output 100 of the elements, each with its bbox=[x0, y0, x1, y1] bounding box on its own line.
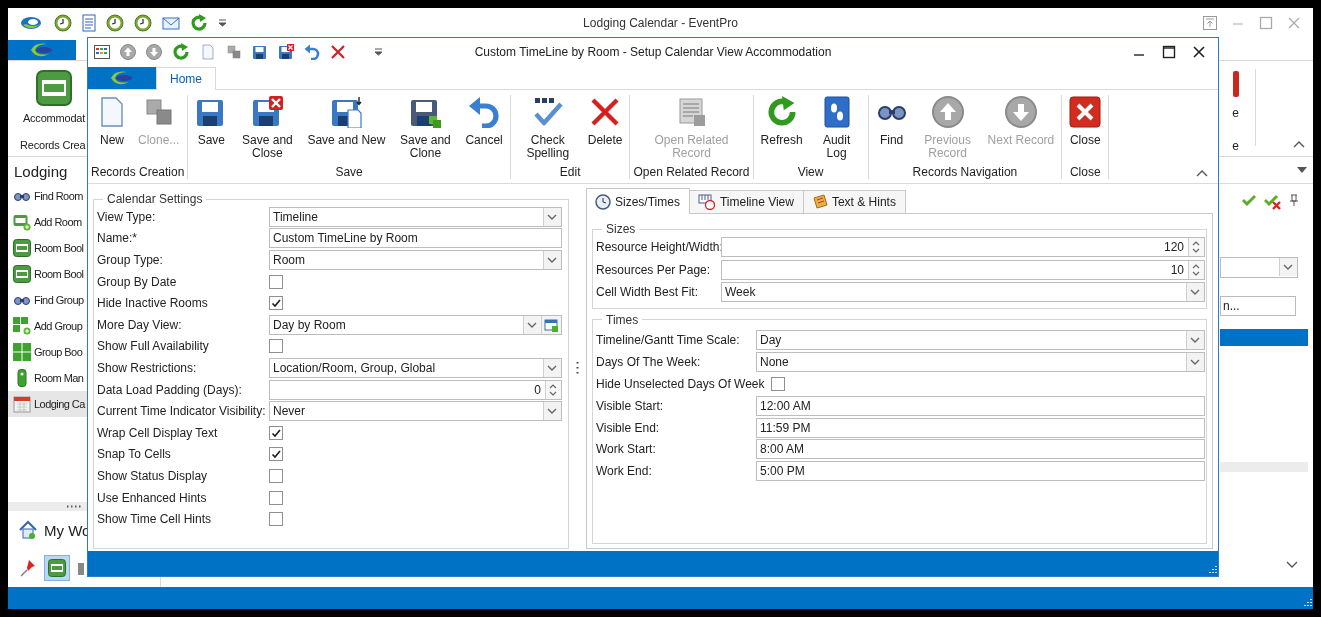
field-label: Work Start: bbox=[596, 442, 657, 457]
checkbox[interactable] bbox=[269, 490, 283, 505]
ribbon-button[interactable]: Cancel bbox=[461, 95, 507, 148]
bed-icon bbox=[13, 265, 31, 283]
ribbon-button[interactable]: Save and New bbox=[303, 95, 390, 148]
house-icon bbox=[18, 520, 38, 540]
delete-icon[interactable] bbox=[330, 43, 346, 60]
number-field[interactable]: 120 bbox=[721, 237, 1205, 258]
resize-grip-icon[interactable] bbox=[1206, 564, 1218, 576]
app-menu-button[interactable] bbox=[8, 40, 76, 60]
dropdown[interactable]: Room bbox=[269, 250, 562, 270]
checkbox[interactable] bbox=[770, 377, 785, 391]
clock-icon[interactable] bbox=[134, 13, 152, 32]
checkmark-icon[interactable] bbox=[1242, 194, 1256, 206]
ribbon-button[interactable]: Check Spelling bbox=[513, 95, 582, 161]
ribbon-button[interactable]: Close bbox=[1065, 95, 1106, 148]
number-field[interactable]: 0 bbox=[269, 379, 562, 400]
clock-icon[interactable] bbox=[54, 13, 72, 32]
dropdown-arrow-icon[interactable] bbox=[1297, 167, 1307, 173]
checkbox[interactable] bbox=[269, 447, 283, 462]
tab[interactable]: Timeline View bbox=[688, 190, 804, 213]
collapse-chevron-icon[interactable] bbox=[1196, 169, 1208, 177]
caret-icon[interactable] bbox=[218, 18, 227, 27]
ribbon-button[interactable]: Refresh bbox=[756, 95, 807, 148]
chevron-down-icon[interactable] bbox=[1286, 561, 1298, 569]
field-label: Current Time Indicator Visibility: bbox=[97, 404, 267, 419]
text-field[interactable]: 5:00 PM bbox=[756, 461, 1205, 482]
sidebar-item[interactable]: Add Room bbox=[8, 209, 87, 235]
spin-buttons-icon[interactable] bbox=[1188, 238, 1204, 257]
spin-buttons-icon[interactable] bbox=[1188, 260, 1204, 279]
text-field[interactable]: 8:00 AM bbox=[756, 439, 1205, 460]
sidebar-item[interactable]: Add Group bbox=[8, 313, 87, 339]
text-field[interactable]: 11:59 PM bbox=[756, 417, 1205, 438]
undo-icon[interactable] bbox=[304, 43, 320, 60]
restore-ribbon-icon[interactable] bbox=[1203, 15, 1217, 30]
ribbon-button[interactable]: Save and Close bbox=[233, 95, 302, 161]
dropdown[interactable]: Timeline bbox=[269, 206, 562, 227]
undo-icon bbox=[468, 96, 501, 128]
clock-icon[interactable] bbox=[106, 13, 124, 32]
checkbox[interactable] bbox=[269, 425, 283, 440]
tab[interactable]: Text & Hints bbox=[802, 190, 906, 213]
delete-icon bbox=[589, 96, 622, 128]
cubes-icon[interactable] bbox=[226, 43, 242, 60]
dropdown[interactable]: Location/Room, Group, Global bbox=[269, 357, 562, 378]
refresh-icon[interactable] bbox=[172, 42, 190, 61]
sidebar-item[interactable]: Room Bool bbox=[8, 235, 87, 261]
field-label: Snap To Cells bbox=[97, 447, 172, 462]
checkbox[interactable] bbox=[269, 512, 283, 527]
pin-icon[interactable] bbox=[1290, 194, 1298, 206]
ribbon-button[interactable]: Find bbox=[871, 95, 912, 148]
dropdown[interactable]: Day bbox=[756, 330, 1205, 351]
maximize-icon[interactable] bbox=[1162, 44, 1176, 59]
grid-icon[interactable] bbox=[94, 44, 110, 59]
sidebar-item[interactable]: Lodging Ca bbox=[8, 391, 87, 417]
text-field[interactable]: n... bbox=[1220, 296, 1296, 316]
splitter-grip-icon[interactable] bbox=[66, 505, 82, 508]
number-field[interactable]: 10 bbox=[721, 259, 1205, 280]
collapse-chevron-icon[interactable] bbox=[1293, 140, 1305, 148]
ribbon-button[interactable]: Save bbox=[191, 95, 232, 148]
ribbon-tab[interactable]: Home bbox=[156, 67, 216, 90]
splitter-grip-icon[interactable] bbox=[576, 360, 579, 377]
ribbon-button[interactable]: e bbox=[1232, 106, 1239, 120]
tab[interactable]: Sizes/Times bbox=[586, 188, 690, 214]
sidebar-item[interactable]: Room Bool bbox=[8, 261, 87, 287]
ribbon-button[interactable]: New bbox=[92, 95, 132, 148]
checkbox[interactable] bbox=[269, 339, 283, 354]
save-close-icon bbox=[251, 96, 284, 128]
text-field[interactable]: Custom TimeLine by Room bbox=[269, 228, 562, 249]
sidebar-item[interactable]: Group Boo bbox=[8, 339, 87, 365]
envelope-icon[interactable] bbox=[162, 15, 180, 30]
checkbox[interactable] bbox=[269, 468, 283, 483]
dropdown[interactable]: Day by Room bbox=[269, 314, 562, 335]
field-label: Show Time Cell Hints bbox=[97, 512, 213, 527]
app-menu-button[interactable] bbox=[88, 67, 156, 89]
checkbox[interactable] bbox=[269, 274, 283, 289]
save-close-icon[interactable] bbox=[278, 43, 294, 60]
nav-button[interactable] bbox=[44, 555, 70, 581]
sidebar-item[interactable]: Find Room bbox=[8, 183, 87, 209]
dropdown[interactable]: Never bbox=[269, 401, 562, 422]
sidebar-item[interactable]: Room Man bbox=[8, 365, 87, 391]
ribbon-button[interactable]: Accommodat bbox=[22, 69, 86, 126]
pushpin-icon[interactable] bbox=[20, 559, 36, 577]
dropdown[interactable]: None bbox=[756, 352, 1205, 373]
group-label: Edit bbox=[559, 165, 581, 179]
close-icon[interactable] bbox=[1192, 44, 1206, 59]
dropdown[interactable]: Week bbox=[721, 282, 1205, 303]
resize-grip-icon[interactable] bbox=[1301, 597, 1313, 609]
field-label: Show Restrictions: bbox=[97, 360, 198, 375]
sidebar-item[interactable]: Find Group bbox=[8, 287, 87, 313]
ribbon-button[interactable]: Delete bbox=[583, 95, 627, 148]
ribbon-button[interactable]: Save and Clone bbox=[391, 95, 460, 161]
spin-buttons-icon[interactable] bbox=[545, 380, 561, 399]
calendar-grid-icon[interactable] bbox=[541, 315, 561, 334]
checkbox[interactable] bbox=[269, 296, 283, 311]
caret-icon[interactable] bbox=[374, 47, 383, 56]
refresh-icon[interactable] bbox=[190, 13, 208, 32]
save-icon[interactable] bbox=[252, 43, 268, 60]
check-cancel-icon[interactable] bbox=[1264, 194, 1282, 210]
text-field[interactable]: 12:00 AM bbox=[756, 395, 1205, 416]
ribbon-button[interactable]: Audit Log bbox=[808, 95, 865, 161]
